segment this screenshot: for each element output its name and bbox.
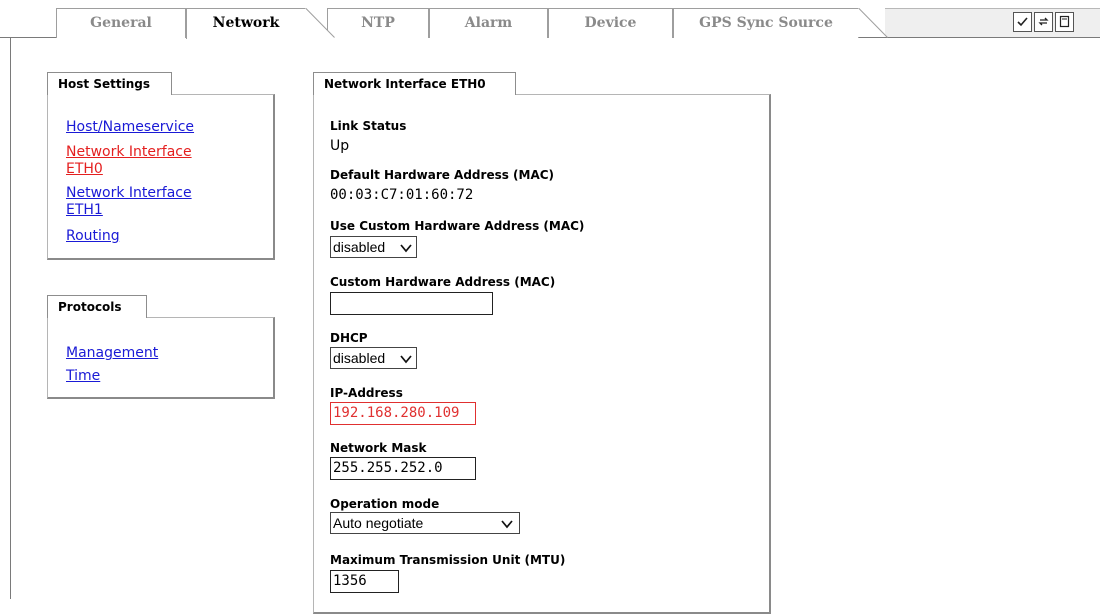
use-custom-mac-select[interactable]: disabled	[330, 236, 417, 258]
select-value: disabled	[333, 239, 386, 255]
mtu-input[interactable]: 1356	[330, 570, 399, 593]
tab-gps-slant	[858, 8, 888, 38]
interface-title: Network Interface ETH0	[313, 72, 516, 95]
nav-host-nameservice[interactable]: Host/Nameservice	[66, 119, 194, 136]
operation-mode-label: Operation mode	[330, 497, 440, 511]
use-custom-mac-label: Use Custom Hardware Address (MAC)	[330, 219, 585, 233]
reload-icon	[1037, 13, 1050, 32]
chevron-down-icon	[399, 351, 413, 371]
protocols-title: Protocols	[47, 295, 147, 318]
default-mac-label: Default Hardware Address (MAC)	[330, 168, 555, 182]
host-settings-title: Host Settings	[47, 72, 172, 95]
nav-label-line2: ETH1	[66, 202, 103, 218]
ip-address-input[interactable]: 192.168.280.109	[330, 402, 476, 425]
tab-strip: General Network NTP Alarm Device GPS Syn…	[0, 0, 1100, 39]
mtu-label: Maximum Transmission Unit (MTU)	[330, 553, 566, 567]
nav-label-line1: Network Interface	[66, 185, 192, 201]
toolbar-buttons	[1013, 12, 1074, 34]
nav-network-interface-eth0[interactable]: Network Interface ETH0	[66, 144, 192, 178]
ip-address-label: IP-Address	[330, 386, 403, 400]
nav-label-line2: ETH0	[66, 161, 103, 177]
tab-general[interactable]: General	[56, 8, 186, 38]
dhcp-select[interactable]: disabled	[330, 347, 417, 369]
tab-alarm[interactable]: Alarm	[429, 8, 548, 38]
nav-network-interface-eth1[interactable]: Network Interface ETH1	[66, 185, 192, 219]
network-mask-label: Network Mask	[330, 441, 427, 455]
chevron-down-icon	[500, 516, 514, 536]
tab-network-slant	[305, 8, 335, 39]
select-value: disabled	[333, 350, 386, 366]
nav-routing[interactable]: Routing	[66, 228, 120, 245]
checkmark-icon	[1016, 13, 1029, 32]
link-status-label: Link Status	[330, 119, 407, 133]
nav-management[interactable]: Management	[66, 345, 158, 362]
custom-mac-label: Custom Hardware Address (MAC)	[330, 275, 556, 289]
select-value: Auto negotiate	[333, 515, 424, 531]
tab-device[interactable]: Device	[548, 8, 673, 38]
link-status-value: Up	[330, 138, 350, 154]
page-icon	[1058, 13, 1071, 32]
reload-button[interactable]	[1034, 12, 1053, 32]
dhcp-label: DHCP	[330, 331, 368, 345]
operation-mode-select[interactable]: Auto negotiate	[330, 512, 520, 534]
tab-network[interactable]: Network	[186, 8, 306, 39]
network-mask-input[interactable]: 255.255.252.0	[330, 457, 476, 480]
nav-time[interactable]: Time	[66, 368, 100, 385]
tab-ntp[interactable]: NTP	[327, 8, 429, 38]
nav-label-line1: Network Interface	[66, 144, 192, 160]
custom-mac-input[interactable]	[330, 292, 493, 315]
page-border	[10, 37, 11, 599]
save-button[interactable]	[1013, 12, 1032, 32]
chevron-down-icon	[399, 240, 413, 260]
tab-gps-sync-source[interactable]: GPS Sync Source	[673, 8, 859, 38]
page-button[interactable]	[1055, 12, 1074, 32]
default-mac-value: 00:03:C7:01:60:72	[330, 187, 474, 203]
